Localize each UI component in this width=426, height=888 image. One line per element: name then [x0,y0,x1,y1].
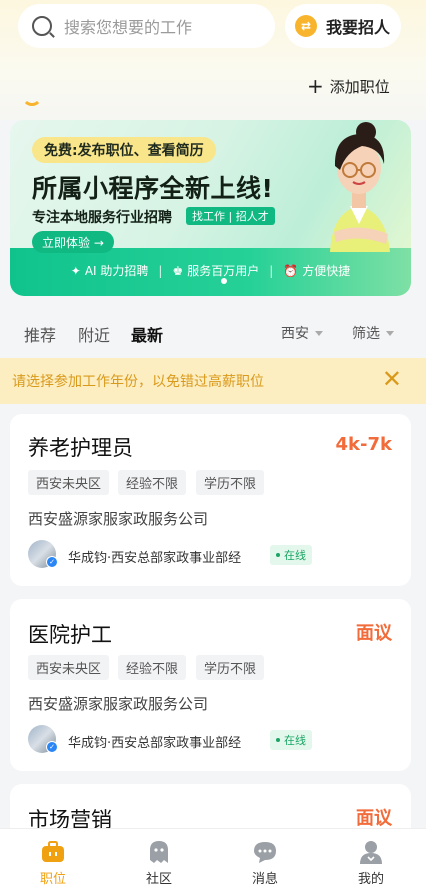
nav-label: 社区 [145,872,172,887]
add-job-label: 添加职位 [329,77,390,96]
sparkle-icon: ✦ [70,263,81,278]
feature-ai: ✦ AI 助力招聘 [71,262,149,279]
job-salary: 4k-7k [335,434,392,455]
banner-features: ✦ AI 助力招聘 | ♚ 服务百万用户 | ⏰ 方便快捷 [10,262,411,279]
verified-check-icon: ✓ [46,741,58,753]
job-tag-experience: 经验不限 [118,470,187,495]
notice-text: 请选择参加工作年份，以免错过高薪职位 [12,374,264,390]
tab-latest[interactable]: 最新 [131,322,163,346]
divider: | [158,263,163,278]
job-card[interactable]: 养老护理员 4k-7k 西安未央区 经验不限 学历不限 西安盛源家服家政服务公司… [10,414,411,586]
caret-down-icon [315,330,323,336]
nav-item-profile[interactable]: 我的 [318,829,424,888]
caret-down-icon [386,330,394,336]
feature-label: 服务百万用户 [187,264,260,278]
free-tag: 免费:发布职位、查看简历 [32,137,216,163]
online-dot-icon [276,738,280,742]
company-name: 西安盛源家服家政服务公司 [28,510,209,528]
plus-icon: + [307,74,324,98]
nav-label: 消息 [251,872,278,887]
feature-label: AI 助力招聘 [84,264,149,278]
verified-check-icon: ✓ [46,556,58,568]
job-tag-education: 学历不限 [196,470,265,495]
job-title: 医院护工 [28,623,112,647]
status-label: 在线 [284,549,306,562]
ghost-icon [150,841,168,863]
nav-label: 我的 [357,872,384,887]
feed-tabs: 推荐 附近 最新 西安 筛选 [0,318,426,348]
loading-spinner-icon [22,86,42,106]
users-icon: ♚ [172,263,184,278]
add-job-button[interactable]: + 添加职位 [307,74,390,98]
search-icon [32,16,52,36]
feature-fast: ⏰ 方便快捷 [283,262,350,279]
recruit-button[interactable]: ⇄ 我要招人 [285,4,401,48]
filter-dropdown[interactable]: 筛选 [352,323,394,343]
banner-title: 所属小程序全新上线! [32,174,274,203]
recruiter-name: 华成钧·西安总部家政事业部经 [68,551,242,566]
job-title: 养老护理员 [28,436,133,460]
status-label: 在线 [284,734,306,747]
nav-item-jobs[interactable]: 职位 [0,829,106,888]
online-dot-icon [276,553,280,557]
banner-subtitle: 专注本地服务行业招聘 [32,210,172,226]
search-placeholder: 搜索您想要的工作 [64,18,193,37]
tab-recommend[interactable]: 推荐 [24,322,56,346]
nav-label: 职位 [39,872,66,887]
job-tag-location: 西安未央区 [28,655,110,680]
status-badge: 在线 [270,545,312,565]
job-salary: 面议 [356,623,392,644]
carousel-dot[interactable] [221,278,227,284]
briefcase-icon [42,841,64,862]
try-now-button[interactable]: 立即体验 → [32,231,114,253]
job-tag-location: 西安未央区 [28,470,110,495]
status-badge: 在线 [270,730,312,750]
nav-item-community[interactable]: 社区 [106,829,212,888]
promo-banner[interactable]: 免费:发布职位、查看简历 所属小程序全新上线! 专注本地服务行业招聘 找工作 |… [10,120,411,296]
company-name: 西安盛源家服家政服务公司 [28,695,209,713]
exchange-icon: ⇄ [295,15,317,37]
feature-service: ♚ 服务百万用户 [172,262,259,279]
search-bar[interactable]: 搜索您想要的工作 [18,4,275,48]
illustration-avatar-icon [330,122,390,252]
clock-icon: ⏰ [283,263,299,278]
user-icon [360,841,382,864]
job-salary: 面议 [356,808,392,829]
job-tag-education: 学历不限 [196,655,265,680]
tab-nearby[interactable]: 附近 [78,322,110,346]
chat-bubble-icon [254,842,276,863]
close-icon[interactable]: ✕ [382,367,402,391]
bottom-nav: 职位 社区 消息 我的 [0,828,426,888]
city-dropdown[interactable]: 西安 [281,323,323,343]
filter-label: 筛选 [352,326,380,342]
recruit-label: 我要招人 [326,18,391,37]
city-label: 西安 [281,326,309,342]
divider: | [269,263,274,278]
feature-label: 方便快捷 [302,264,351,278]
nav-item-messages[interactable]: 消息 [212,829,318,888]
notice-banner[interactable]: 请选择参加工作年份，以免错过高薪职位 ✕ [0,358,426,404]
recruiter-name: 华成钧·西安总部家政事业部经 [68,736,242,751]
banner-pill: 找工作 | 招人才 [186,207,275,225]
job-tag-experience: 经验不限 [118,655,187,680]
job-card[interactable]: 医院护工 面议 西安未央区 经验不限 学历不限 西安盛源家服家政服务公司 ✓ 华… [10,599,411,771]
